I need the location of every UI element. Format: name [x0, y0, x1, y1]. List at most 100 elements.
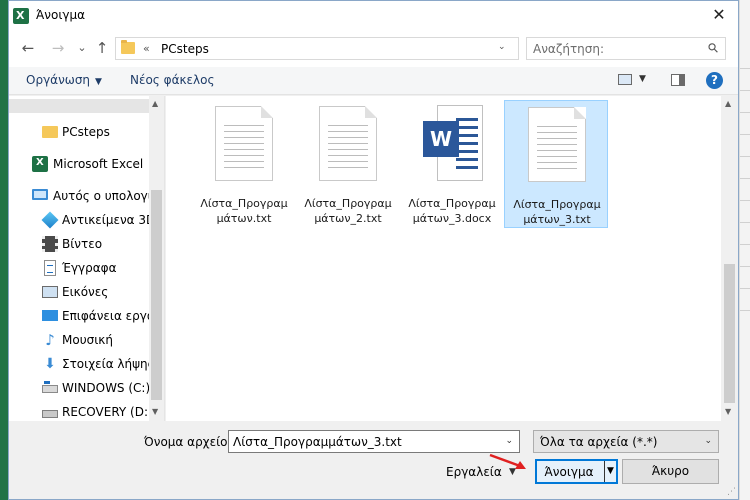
text-line: [456, 142, 478, 145]
change-view-icon[interactable]: [618, 74, 632, 85]
text-line: [456, 158, 478, 161]
word-badge-icon: W: [423, 121, 459, 157]
file-item[interactable]: Λίστα_Προγραμ μάτων.txt: [192, 100, 296, 228]
file-item[interactable]: W Λίστα_Προγραμ μάτων_3.docx: [400, 100, 504, 228]
quick-access-highlight: [9, 99, 149, 113]
open-file-dialog: Άνοιγμα ✕ ← → ⌄ ↑ « PCsteps ⌄ ↻ Αναζήτησ…: [8, 0, 739, 500]
scrollbar-thumb[interactable]: [724, 264, 735, 403]
address-path[interactable]: PCsteps: [161, 42, 209, 56]
address-dropdown-icon[interactable]: ⌄: [498, 42, 506, 52]
new-folder-button[interactable]: Νέος φάκελος: [130, 73, 215, 87]
navigation-bar: ← → ⌄ ↑ « PCsteps ⌄ ↻ Αναζήτηση: ⚲: [9, 31, 738, 67]
computer-icon: [32, 189, 48, 200]
text-line: [537, 168, 577, 169]
file-item-selected[interactable]: Λίστα_Προγραμ μάτων_3.txt: [504, 100, 608, 228]
downloads-icon: ⬇: [44, 356, 56, 372]
sidebar-item-music[interactable]: ♪ Μουσική: [9, 329, 149, 351]
text-line: [328, 149, 368, 150]
close-button[interactable]: ✕: [708, 5, 730, 27]
preview-pane-icon[interactable]: [671, 74, 685, 86]
red-arrow-annotation: [489, 453, 526, 469]
organize-menu[interactable]: Οργάνωση ▼: [26, 73, 102, 87]
open-label[interactable]: Άνοιγμα: [537, 465, 601, 479]
file-name-line: μάτων_3.txt: [523, 213, 591, 226]
sidebar-item-label: WINDOWS (C:): [62, 381, 149, 395]
grid-line: [740, 288, 750, 289]
word-file-icon: W: [423, 105, 485, 181]
text-line: [224, 149, 264, 150]
scroll-up-icon[interactable]: ▲: [152, 99, 158, 108]
filename-value[interactable]: Λίστα_Προγραμμάτων_3.txt: [233, 435, 402, 449]
forward-button[interactable]: →: [49, 39, 67, 57]
file-name-line: μάτων_2.txt: [314, 212, 382, 225]
sidebar-item-downloads[interactable]: ⬇ Στοιχεία λήψης: [9, 353, 149, 375]
scroll-down-icon[interactable]: ▼: [152, 407, 158, 416]
back-button[interactable]: ←: [19, 39, 37, 57]
sidebar-item-this-pc[interactable]: Αυτός ο υπολογιστής: [9, 185, 149, 207]
chevron-down-icon[interactable]: ⌄: [704, 436, 712, 446]
navigation-pane-scrollbar[interactable]: ▲ ▼: [149, 96, 164, 421]
resize-grip-icon[interactable]: ⋰: [727, 487, 736, 497]
documents-icon: [44, 260, 56, 276]
view-options-dropdown[interactable]: ▼: [639, 74, 646, 84]
scroll-down-icon[interactable]: ▼: [725, 407, 731, 416]
text-line: [224, 137, 264, 138]
address-bar[interactable]: « PCsteps ⌄ ↻: [115, 37, 619, 60]
text-line: [456, 134, 478, 137]
help-icon[interactable]: ?: [706, 72, 723, 89]
sidebar-item-microsoft-excel[interactable]: Microsoft Excel: [9, 153, 149, 175]
file-name: Λίστα_Προγραμ μάτων_3.txt: [505, 197, 609, 227]
excel-icon: [32, 156, 48, 172]
chevron-down-icon[interactable]: ⌄: [505, 436, 513, 446]
sidebar-item-label: RECOVERY (D:): [62, 405, 149, 419]
text-line: [328, 167, 368, 168]
search-input[interactable]: Αναζήτηση:: [533, 42, 604, 56]
grid-line: [740, 134, 750, 135]
page-fold: [365, 106, 377, 118]
sidebar-item-documents[interactable]: Έγγραφα: [9, 257, 149, 279]
sidebar-item-label: Μουσική: [62, 333, 113, 347]
sidebar-item-pcsteps[interactable]: PCsteps: [9, 121, 149, 143]
sidebar-item-label: Εικόνες: [62, 285, 109, 299]
cancel-button[interactable]: Άκυρο: [622, 459, 719, 484]
text-line: [328, 137, 368, 138]
sidebar-item-label: Αντικείμενα 3D: [62, 213, 149, 227]
grid-line: [740, 200, 750, 201]
sidebar-item-pictures[interactable]: Εικόνες: [9, 281, 149, 303]
search-icon[interactable]: ⚲: [706, 40, 723, 57]
recent-locations-button[interactable]: ⌄: [73, 39, 91, 57]
video-icon: [42, 236, 58, 252]
sidebar-item-label: PCsteps: [62, 125, 110, 139]
scrollbar-thumb[interactable]: [151, 190, 162, 400]
grid-line: [740, 178, 750, 179]
file-name: Λίστα_Προγραμ μάτων.txt: [192, 196, 296, 226]
sidebar-item-videos[interactable]: Βίντεο: [9, 233, 149, 255]
sidebar-item-label: Αυτός ο υπολογιστής: [53, 189, 149, 203]
folder-icon: [42, 126, 58, 138]
file-list-scrollbar[interactable]: ▲ ▼: [721, 96, 738, 421]
sidebar-item-windows-c[interactable]: WINDOWS (C:): [9, 377, 149, 399]
grid-line: [740, 222, 750, 223]
text-file-icon: [319, 106, 377, 181]
search-box[interactable]: Αναζήτηση: ⚲: [526, 37, 726, 60]
split-divider: [604, 461, 605, 482]
open-button[interactable]: Άνοιγμα ▼: [535, 459, 618, 484]
grid-line: [740, 156, 750, 157]
file-name-line: μάτων.txt: [216, 212, 272, 225]
text-line: [224, 161, 264, 162]
file-list: Λίστα_Προγραμ μάτων.txt Λίστα_Προγραμ μάτω…: [166, 96, 738, 421]
text-line: [456, 126, 478, 129]
address-chevron[interactable]: «: [143, 42, 150, 55]
scroll-up-icon[interactable]: ▲: [725, 99, 731, 108]
filename-field[interactable]: Λίστα_Προγραμμάτων_3.txt ⌄: [228, 430, 520, 453]
arrow-shaft: [489, 453, 521, 468]
sidebar-item-3d-objects[interactable]: Αντικείμενα 3D: [9, 209, 149, 231]
folder-icon: [121, 40, 135, 54]
file-type-select[interactable]: Όλα τα αρχεία (*.*) ⌄: [533, 430, 719, 453]
up-button[interactable]: ↑: [93, 39, 111, 57]
open-options-dropdown[interactable]: ▼: [607, 466, 614, 476]
sidebar-item-desktop[interactable]: Επιφάνεια εργασίας: [9, 305, 149, 327]
sidebar-item-recovery-d[interactable]: RECOVERY (D:): [9, 401, 149, 423]
file-item[interactable]: Λίστα_Προγραμ μάτων_2.txt: [296, 100, 400, 228]
text-line: [537, 138, 577, 139]
